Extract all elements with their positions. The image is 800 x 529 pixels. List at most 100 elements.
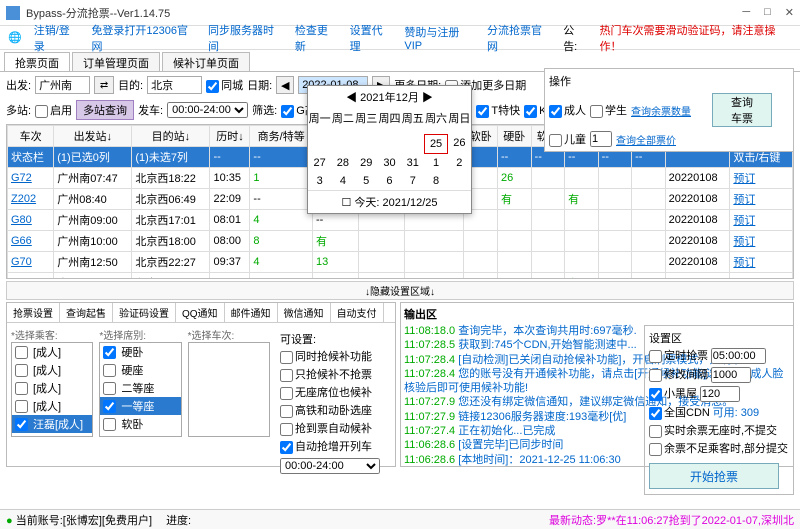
app-icon — [6, 6, 20, 20]
student-check[interactable]: 学生 — [590, 102, 627, 118]
minimize-button[interactable]: ─ — [742, 6, 750, 19]
remain-check[interactable]: 余票不足乘客时,部分提交 — [649, 439, 789, 457]
blackroom-check[interactable]: 小黑屋 — [649, 384, 789, 403]
child-check[interactable]: 儿童 — [549, 131, 586, 147]
subtab[interactable]: 邮件通知 — [225, 303, 278, 322]
from-label: 出发: — [6, 77, 31, 93]
subtab[interactable]: 验证码设置 — [113, 303, 176, 322]
date-label: 日期: — [247, 77, 272, 93]
interval-check[interactable]: 修改间隔 — [649, 365, 789, 384]
adult-check[interactable]: 成人 — [549, 102, 586, 118]
tab-orders[interactable]: 订单管理页面 — [72, 52, 160, 71]
child-count[interactable] — [590, 131, 612, 147]
toolbar-link[interactable]: 分流抢票官网 — [487, 22, 551, 54]
toolbar-link[interactable]: 检查更新 — [295, 22, 338, 54]
col-header[interactable]: 商务/特等 — [250, 126, 313, 147]
opt-check[interactable]: 抢到票自动候补 — [280, 419, 387, 437]
list-item[interactable]: [成人] — [12, 361, 92, 379]
date-picker[interactable]: ◀ 2021年12月 ▶ 周一周二周三周四周五周六周日 252627282930… — [307, 85, 472, 214]
settings-panel: 抢票设置查询起售验证码设置QQ通知邮件通知微信通知自动支付 *选择乘客: [成人… — [6, 302, 396, 467]
multi-query-button[interactable]: 多站查询 — [76, 100, 134, 120]
ops-title: 操作 — [549, 73, 789, 89]
settings-header: 设置区 — [649, 330, 789, 346]
opt-check[interactable]: 同时抢候补功能 — [280, 347, 387, 365]
maximize-button[interactable]: □ — [764, 6, 771, 19]
list-item[interactable]: 一等座 — [100, 397, 180, 415]
col-header[interactable]: 目的站↓ — [132, 126, 210, 147]
opt-check[interactable]: 高铁和动卧选座 — [280, 401, 387, 419]
subtab[interactable]: 查询起售 — [60, 303, 113, 322]
toolbar-link[interactable]: 赞助与注册VIP — [404, 24, 475, 52]
subtab[interactable]: QQ通知 — [176, 303, 225, 322]
enable-check[interactable]: 启用 — [35, 102, 72, 118]
depart-time-select[interactable]: 00:00-24:00 — [167, 102, 248, 118]
table-row[interactable]: G66广州南10:00北京西18:0008:008有20220108预订 — [8, 231, 793, 252]
settings-box: 设置区 定时抢票 修改间隔 小黑屋 全国CDN 可用: 309 实时余票无座时,… — [644, 325, 794, 495]
window-title: Bypass-分流抢票--Ver1.14.75 — [26, 5, 742, 21]
trains-sel-list[interactable] — [188, 342, 270, 437]
toolbar-link[interactable]: 注销/登录 — [34, 22, 80, 54]
col-header[interactable]: 硬卧 — [498, 126, 532, 147]
list-item[interactable]: 硬卧 — [100, 343, 180, 361]
to-label: 目的: — [118, 77, 143, 93]
tab-waitlist[interactable]: 候补订单页面 — [162, 52, 250, 71]
opts-header: 可设置: — [280, 331, 387, 347]
subtab[interactable]: 抢票设置 — [7, 303, 60, 322]
link-prices[interactable]: 查询全部票价 — [616, 132, 676, 147]
table-row[interactable]: K600广州15:09北京西21:0029:51----6有无20220108预… — [8, 273, 793, 280]
hide-settings-bar[interactable]: ↓隐藏设置区域↓ — [6, 281, 794, 300]
same-city-check[interactable]: 同城 — [206, 77, 243, 93]
col-header[interactable]: 出发站↓ — [54, 126, 132, 147]
opt-check[interactable]: 自动抢增开列车 — [280, 437, 387, 455]
opt-check[interactable]: 只抢候补不抢票 — [280, 365, 387, 383]
filter-label: 筛选: — [252, 102, 277, 118]
list-item[interactable]: [成人] — [12, 343, 92, 361]
opt-check[interactable]: 无座席位也候补 — [280, 383, 387, 401]
seats-header: *选择席别: — [99, 327, 181, 342]
sub-tabs: 抢票设置查询起售验证码设置QQ通知邮件通知微信通知自动支付 — [7, 303, 395, 323]
list-item[interactable]: [成人] — [12, 379, 92, 397]
list-item[interactable]: 汪磊[成人] — [12, 415, 92, 433]
timed-check[interactable]: 定时抢票 — [649, 346, 789, 365]
subtab[interactable]: 微信通知 — [278, 303, 331, 322]
list-item[interactable]: 二等座 — [100, 379, 180, 397]
start-button[interactable]: 开始抢票 — [649, 463, 779, 489]
to-input[interactable] — [147, 76, 202, 94]
table-row[interactable]: G70广州南12:50北京西22:2709:3741320220108预订 — [8, 252, 793, 273]
train-type-check[interactable]: T特快 — [476, 102, 520, 118]
close-button[interactable]: ✕ — [785, 6, 794, 19]
output-header: 输出区 — [404, 306, 790, 322]
query-button[interactable]: 查询 车票 — [712, 93, 772, 127]
link-tickets[interactable]: 查询余票数量 — [631, 103, 691, 118]
status-account: 当前账号:[张博宏][免费用户] — [16, 515, 152, 527]
col-header[interactable]: 车次 — [8, 126, 54, 147]
seats-list[interactable]: 硬卧硬座二等座一等座软卧动卧无座商务座特等座 — [99, 342, 181, 437]
list-item[interactable]: [成人] — [12, 397, 92, 415]
toolbar-link[interactable]: 设置代理 — [350, 22, 393, 54]
list-item[interactable]: 软卧 — [100, 415, 180, 433]
opt-time-select[interactable]: 00:00-24:00 — [280, 458, 380, 474]
list-item[interactable]: 动卧 — [100, 433, 180, 437]
passengers-list[interactable]: [成人][成人][成人][成人]汪磊[成人][成人][成人] — [11, 342, 93, 437]
toolbar-link[interactable]: 同步服务器时间 — [208, 22, 283, 54]
toolbar-link[interactable]: 免登录打开12306官网 — [91, 22, 196, 54]
status-bar: ● 当前账号:[张博宏][免费用户] 进度: 最新动态:罗**在11:06:27… — [0, 509, 800, 529]
depart-label: 发车: — [138, 102, 163, 118]
trains-sel-header: *选择车次: — [188, 327, 270, 342]
multi-label: 多站: — [6, 102, 31, 118]
realtime-check[interactable]: 实时余票无座时,不提交 — [649, 421, 789, 439]
notice-text: 热门车次需要滑动验证码，请注意操作！ — [600, 22, 792, 54]
cdn-check[interactable]: 全国CDN 可用: 309 — [649, 403, 789, 421]
tab-ticket[interactable]: 抢票页面 — [4, 52, 70, 71]
col-header[interactable]: 历时↓ — [210, 126, 250, 147]
notice-label: 公告: — [563, 22, 587, 54]
list-item[interactable]: 硬座 — [100, 361, 180, 379]
globe-icon: 🌐 — [8, 31, 22, 44]
date-prev[interactable]: ◀ — [276, 76, 294, 94]
swap-button[interactable]: ⇄ — [94, 76, 114, 94]
subtab[interactable]: 自动支付 — [331, 303, 384, 322]
list-item[interactable]: [成人] — [12, 433, 92, 437]
status-news: 最新动态:罗**在11:06:27抢到了2022-01-07,深圳北 — [549, 512, 794, 528]
from-input[interactable] — [35, 76, 90, 94]
operations-panel: 操作 成人 学生 查询余票数量 查询 车票 儿童 查询全部票价 — [544, 68, 794, 152]
